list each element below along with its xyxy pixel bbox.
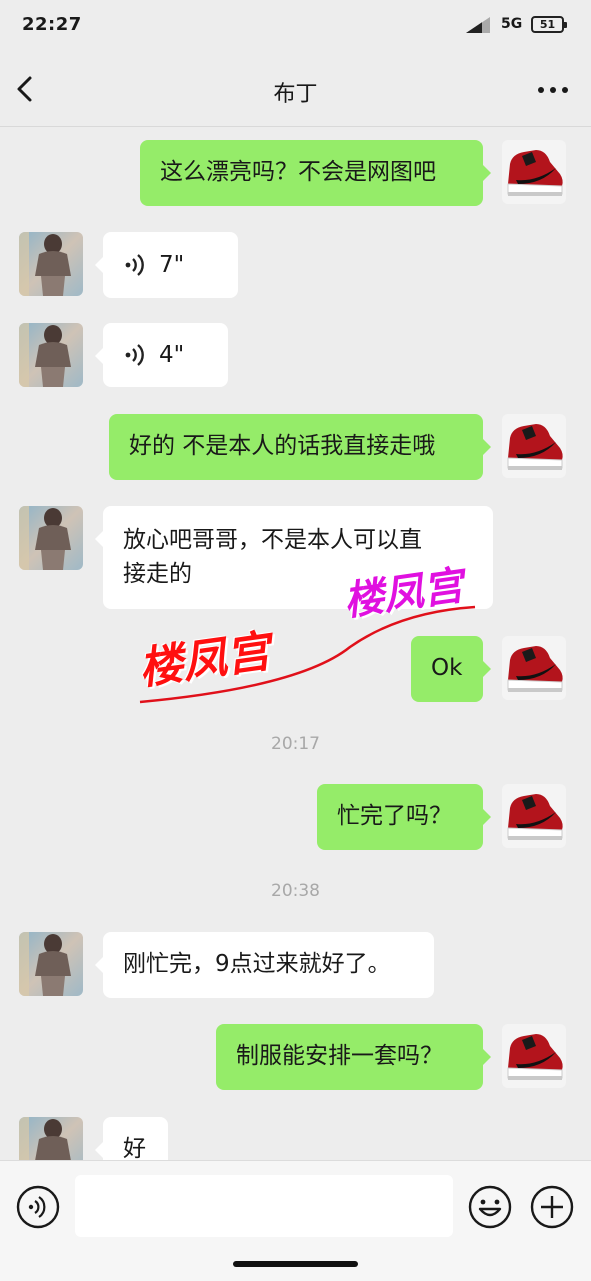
message-input[interactable] [75,1175,453,1237]
message-text: 好的 不是本人的话我直接走哦 [129,433,436,459]
message-bubble-sent[interactable]: 制服能安排一套吗？ [216,1024,491,1090]
message-text-line: 放心吧哥哥，不是本人可以直 [123,527,422,553]
voice-message-bubble[interactable]: 7" [95,232,238,298]
status-bar: 22:27 5G 51 [0,0,591,52]
contact-photo [19,1117,83,1160]
status-time: 22:27 [22,14,82,35]
home-indicator[interactable] [233,1261,358,1267]
timestamp: 20:38 [271,881,320,901]
message-bubble-sent[interactable]: Ok [411,636,491,702]
network-type: 5G [501,16,523,32]
message-bubble-received[interactable]: 刚忙完，9点过来就好了。 [95,932,434,998]
my-avatar[interactable] [502,414,566,478]
more-options-icon[interactable] [537,86,569,94]
contact-avatar[interactable] [19,506,83,570]
message-bubble-sent[interactable]: 好的 不是本人的话我直接走哦 [109,414,491,480]
signal-icon [466,17,490,33]
contact-avatar[interactable] [19,932,83,996]
input-bar [0,1160,591,1281]
add-more-icon[interactable] [530,1185,574,1229]
message-text: Ok [431,655,463,681]
my-avatar[interactable] [502,636,566,700]
sneaker-avatar-icon [502,414,566,478]
battery-icon: 51 [531,16,567,33]
contact-photo [19,232,83,296]
contact-avatar[interactable] [19,232,83,296]
my-avatar[interactable] [502,140,566,204]
sneaker-avatar-icon [502,636,566,700]
message-bubble-sent[interactable]: 忙完了吗？ [317,784,491,850]
message-text: 忙完了吗？ [337,803,452,829]
contact-photo [19,506,83,570]
my-avatar[interactable] [502,1024,566,1088]
contact-avatar[interactable] [19,323,83,387]
message-list[interactable]: 这么漂亮吗？不会是网图吧 7" 4" 好的 不是本人的话我直接走哦 放心吧哥哥，… [0,127,591,1160]
voice-message-bubble[interactable]: 4" [95,323,228,387]
message-text: 这么漂亮吗？不会是网图吧 [160,159,436,185]
sneaker-avatar-icon [502,784,566,848]
chat-title: 布丁 [273,82,318,107]
sneaker-avatar-icon [502,140,566,204]
timestamp: 20:17 [271,734,320,754]
message-text: 制服能安排一套吗？ [236,1043,443,1069]
my-avatar[interactable] [502,784,566,848]
message-text: 刚忙完，9点过来就好了。 [123,951,391,977]
message-bubble-received[interactable]: 好 [95,1117,168,1160]
chat-header: 布丁 [0,52,591,127]
emoji-icon[interactable] [468,1185,512,1229]
contact-photo [19,323,83,387]
voice-duration: 7" [159,252,185,278]
contact-photo [19,932,83,996]
voice-wave-icon [125,344,144,366]
contact-avatar[interactable] [19,1117,83,1160]
sneaker-avatar-icon [502,1024,566,1088]
message-text: 好 [123,1136,146,1160]
voice-input-icon[interactable] [16,1185,60,1229]
message-bubble-sent[interactable]: 这么漂亮吗？不会是网图吧 [140,140,491,206]
voice-wave-icon [125,254,144,276]
voice-duration: 4" [159,342,185,368]
